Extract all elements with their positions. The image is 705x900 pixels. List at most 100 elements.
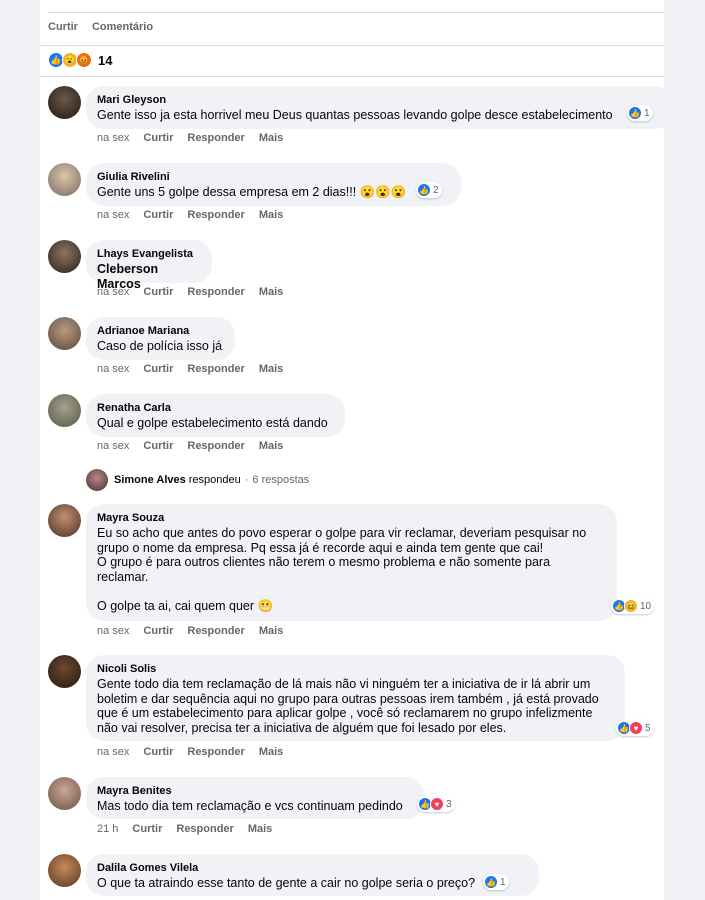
like-link[interactable]: Curtir bbox=[132, 823, 162, 835]
comment-bubble: Nicoli Solis Gente todo dia tem reclamaç… bbox=[86, 655, 625, 741]
author-name[interactable]: Dalila Gomes Vilela bbox=[97, 861, 528, 876]
comment-reactions[interactable]: 👍 1 bbox=[483, 874, 509, 890]
comment-text: Gente todo dia tem reclamação de lá mais… bbox=[97, 677, 599, 735]
like-link[interactable]: Curtir bbox=[143, 209, 173, 221]
like-link[interactable]: Curtir bbox=[143, 363, 173, 375]
author-name[interactable]: Nicoli Solis bbox=[97, 662, 614, 677]
timestamp[interactable]: na sex bbox=[97, 625, 129, 637]
author-name[interactable]: Giulia Rivelini bbox=[97, 170, 450, 185]
author-name[interactable]: Lhays Evangelista bbox=[97, 247, 201, 262]
reaction-count: 14 bbox=[98, 52, 113, 68]
more-link[interactable]: Mais bbox=[259, 746, 283, 758]
haha-icon: 😆 bbox=[624, 599, 638, 613]
more-link[interactable]: Mais bbox=[248, 823, 272, 835]
avatar bbox=[86, 469, 108, 491]
reply-author-name[interactable]: Simone Alves bbox=[114, 474, 186, 486]
like-button[interactable]: Curtir bbox=[48, 21, 78, 33]
timestamp[interactable]: na sex bbox=[97, 440, 129, 452]
more-link[interactable]: Mais bbox=[259, 209, 283, 221]
comment-bubble: Mayra Souza Eu so acho que antes do povo… bbox=[86, 504, 617, 621]
reply-link[interactable]: Responder bbox=[187, 440, 244, 452]
comment-button[interactable]: Comentário bbox=[92, 21, 153, 33]
comment-bubble: Lhays Evangelista Cleberson Marcos bbox=[86, 240, 212, 291]
timestamp[interactable]: 21 h bbox=[97, 823, 118, 835]
more-link[interactable]: Mais bbox=[259, 440, 283, 452]
more-link[interactable]: Mais bbox=[259, 625, 283, 637]
like-icon: 👍 bbox=[484, 875, 498, 889]
reply-link[interactable]: Responder bbox=[176, 823, 233, 835]
more-link[interactable]: Mais bbox=[259, 286, 283, 298]
comment-text: Gente isso ja esta horrivel meu Deus qua… bbox=[97, 108, 613, 122]
divider bbox=[40, 76, 664, 77]
reply-link[interactable]: Responder bbox=[187, 625, 244, 637]
author-name[interactable]: Mari Gleyson bbox=[97, 93, 662, 108]
comment-text: Mas todo dia tem reclamação e vcs contin… bbox=[97, 799, 403, 813]
avatar[interactable] bbox=[48, 240, 81, 273]
author-name[interactable]: Adrianoe Mariana bbox=[97, 324, 224, 339]
reply-link[interactable]: Responder bbox=[187, 286, 244, 298]
timestamp[interactable]: na sex bbox=[97, 209, 129, 221]
divider bbox=[48, 12, 664, 13]
timestamp[interactable]: na sex bbox=[97, 746, 129, 758]
comment-bubble: Giulia Rivelini Gente uns 5 golpe dessa … bbox=[86, 163, 461, 206]
like-icon: 👍 bbox=[628, 106, 642, 120]
avatar[interactable] bbox=[48, 655, 81, 688]
reply-link[interactable]: Responder bbox=[187, 363, 244, 375]
reply-link[interactable]: Responder bbox=[187, 132, 244, 144]
avatar[interactable] bbox=[48, 394, 81, 427]
timestamp[interactable]: na sex bbox=[97, 363, 129, 375]
avatar[interactable] bbox=[48, 504, 81, 537]
like-link[interactable]: Curtir bbox=[143, 286, 173, 298]
comment-meta: na sex Curtir Responder Mais bbox=[97, 746, 283, 758]
timestamp[interactable]: na sex bbox=[97, 132, 129, 144]
timestamp[interactable]: na sex bbox=[97, 286, 129, 298]
author-name[interactable]: Renatha Carla bbox=[97, 401, 334, 416]
comment-text: Eu so acho que antes do povo esperar o g… bbox=[97, 526, 587, 613]
comment-text: Qual e golpe estabelecimento está dando bbox=[97, 416, 328, 430]
comment-meta: 21 h Curtir Responder Mais bbox=[97, 823, 272, 835]
comment-reactions[interactable]: 👍 😆 10 bbox=[611, 598, 655, 614]
reactions-summary[interactable]: 👍 😮 😡 14 bbox=[48, 52, 112, 68]
view-replies-link[interactable]: Simone Alves respondeu · 6 respostas bbox=[86, 469, 309, 491]
love-icon: ♥ bbox=[629, 721, 643, 735]
reply-count[interactable]: 6 respostas bbox=[252, 474, 309, 486]
avatar[interactable] bbox=[48, 163, 81, 196]
divider bbox=[40, 45, 664, 46]
comment-text: O que ta atraindo esse tanto de gente a … bbox=[97, 876, 476, 890]
comment-reactions[interactable]: 👍 2 bbox=[416, 182, 442, 198]
more-link[interactable]: Mais bbox=[259, 132, 283, 144]
more-link[interactable]: Mais bbox=[259, 363, 283, 375]
comment-text: Gente uns 5 golpe dessa empresa em 2 dia… bbox=[97, 185, 407, 199]
comment-bubble: Adrianoe Mariana Caso de polícia isso já bbox=[86, 317, 235, 360]
reply-link[interactable]: Responder bbox=[187, 746, 244, 758]
comment-reactions[interactable]: 👍 ♥ 5 bbox=[616, 720, 654, 736]
author-name[interactable]: Mayra Souza bbox=[97, 511, 606, 526]
like-link[interactable]: Curtir bbox=[143, 440, 173, 452]
post-actions: Curtir Comentário bbox=[48, 21, 153, 33]
reply-link[interactable]: Responder bbox=[187, 209, 244, 221]
avatar[interactable] bbox=[48, 777, 81, 810]
comment-reactions[interactable]: 👍 ♥ 3 bbox=[417, 796, 455, 812]
comment-bubble: Renatha Carla Qual e golpe estabelecimen… bbox=[86, 394, 345, 437]
comment-meta: na sex Curtir Responder Mais bbox=[97, 132, 283, 144]
avatar[interactable] bbox=[48, 317, 81, 350]
comment-bubble: Mari Gleyson Gente isso ja esta horrivel… bbox=[86, 86, 673, 129]
like-link[interactable]: Curtir bbox=[143, 625, 173, 637]
comment-bubble: Dalila Gomes Vilela O que ta atraindo es… bbox=[86, 854, 539, 896]
comment-meta: na sex Curtir Responder Mais bbox=[97, 440, 283, 452]
comment-meta: na sex Curtir Responder Mais bbox=[97, 209, 283, 221]
angry-icon: 😡 bbox=[76, 52, 92, 68]
comment-bubble: Mayra Benites Mas todo dia tem reclamaçã… bbox=[86, 777, 424, 819]
comment-meta: na sex Curtir Responder Mais bbox=[97, 625, 283, 637]
comment-meta: na sex Curtir Responder Mais bbox=[97, 286, 283, 298]
avatar[interactable] bbox=[48, 854, 81, 887]
like-link[interactable]: Curtir bbox=[143, 746, 173, 758]
love-icon: ♥ bbox=[430, 797, 444, 811]
like-link[interactable]: Curtir bbox=[143, 132, 173, 144]
author-name[interactable]: Mayra Benites bbox=[97, 784, 413, 799]
avatar[interactable] bbox=[48, 86, 81, 119]
comment-meta: na sex Curtir Responder Mais bbox=[97, 363, 283, 375]
comment-text: Caso de polícia isso já bbox=[97, 339, 223, 353]
comment-reactions[interactable]: 👍 1 bbox=[627, 105, 653, 121]
like-icon: 👍 bbox=[417, 183, 431, 197]
